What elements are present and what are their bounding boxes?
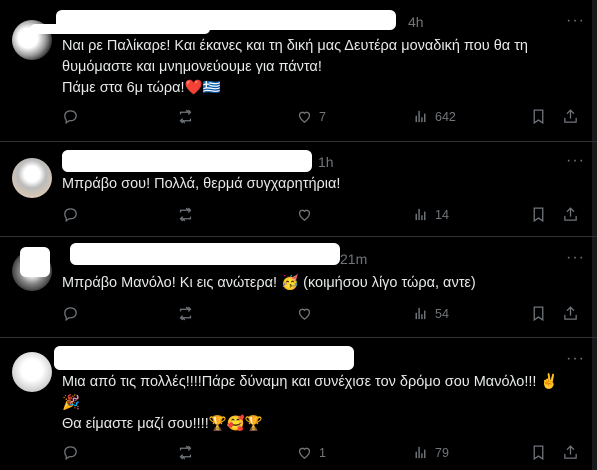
bookmark-icon: [533, 207, 544, 223]
views-count: 642: [435, 109, 456, 124]
reply-icon: [64, 307, 77, 322]
like-button[interactable]: 7: [296, 108, 326, 125]
share-icon: [564, 306, 577, 320]
views-icon: [415, 110, 426, 123]
post-actions: 1 79: [62, 444, 582, 464]
bookmark-icon: [533, 445, 544, 461]
reply-button[interactable]: [62, 305, 79, 322]
views-button[interactable]: 642: [412, 108, 456, 125]
share-button[interactable]: [562, 444, 579, 461]
like-button[interactable]: [296, 305, 319, 322]
reply-icon: [64, 446, 77, 461]
more-options-icon[interactable]: ···: [566, 249, 585, 267]
repost-icon: [179, 306, 192, 321]
reply-post[interactable]: ··· Μια από τις πολλές!!!!Πάρε δύναμη κα…: [0, 338, 597, 470]
share-button[interactable]: [562, 108, 579, 125]
reply-button[interactable]: [62, 108, 79, 125]
repost-icon: [179, 109, 192, 124]
like-count: 7: [319, 109, 326, 124]
reply-icon: [64, 110, 77, 125]
share-button[interactable]: [562, 305, 579, 322]
repost-button[interactable]: [177, 305, 194, 322]
post-text: Μπράβο σου! Πολλά, θερμά συγχαρητήρια!: [62, 176, 341, 192]
like-button[interactable]: 1: [296, 444, 326, 461]
views-count: 79: [435, 445, 449, 460]
post-actions: 14: [62, 206, 582, 226]
views-button[interactable]: 54: [412, 305, 449, 322]
views-icon: [415, 446, 426, 459]
views-count: 14: [435, 207, 449, 222]
bookmark-icon: [533, 306, 544, 322]
reply-button[interactable]: [62, 444, 79, 461]
more-options-icon[interactable]: ···: [566, 12, 585, 30]
reply-button[interactable]: [62, 206, 79, 223]
share-button[interactable]: [562, 206, 579, 223]
avatar[interactable]: [12, 158, 52, 198]
redacted-username: [54, 346, 354, 370]
share-icon: [564, 445, 577, 459]
post-text: Μια από τις πολλές!!!!Πάρε δύναμη και συ…: [62, 374, 559, 432]
post-timestamp[interactable]: 1h: [318, 154, 334, 170]
views-count: 54: [435, 306, 449, 321]
repost-button[interactable]: [177, 206, 194, 223]
post-text: Ναι ρε Παλίκαρε! Και έκανες και τη δική …: [62, 38, 528, 96]
views-button[interactable]: 79: [412, 444, 449, 461]
post-text: Μπράβο Μανόλο! Κι εις ανώτερα! 🥳 (κοιμήσ…: [62, 275, 476, 291]
repost-icon: [179, 445, 192, 460]
share-icon: [564, 109, 577, 123]
redacted-username: [62, 150, 312, 172]
reply-icon: [64, 208, 77, 223]
bookmark-button[interactable]: [530, 206, 547, 223]
views-icon: [415, 307, 426, 320]
like-count: 1: [319, 445, 326, 460]
repost-button[interactable]: [177, 444, 194, 461]
heart-icon: [298, 209, 311, 221]
heart-icon: [298, 111, 311, 123]
reply-post[interactable]: 4h ··· Ναι ρε Παλίκαρε! Και έκανες και τ…: [0, 0, 597, 140]
bookmark-button[interactable]: [530, 305, 547, 322]
more-options-icon[interactable]: ···: [566, 350, 585, 368]
post-timestamp[interactable]: 4h: [408, 14, 424, 30]
heart-icon: [298, 447, 311, 459]
bookmark-icon: [533, 109, 544, 125]
post-timestamp[interactable]: 21m: [340, 251, 367, 267]
reply-post[interactable]: 21m ··· Μπράβο Μανόλο! Κι εις ανώτερα! 🥳…: [0, 237, 597, 337]
views-icon: [415, 208, 426, 221]
bookmark-button[interactable]: [530, 444, 547, 461]
redacted-username: [20, 247, 50, 277]
reply-post[interactable]: 1h ··· Μπράβο σου! Πολλά, θερμά συγχαρητ…: [0, 142, 597, 236]
post-actions: 7 642: [62, 108, 582, 128]
like-button[interactable]: [296, 206, 319, 223]
more-options-icon[interactable]: ···: [566, 152, 585, 170]
redacted-handle: [30, 24, 210, 34]
avatar[interactable]: [12, 352, 52, 392]
share-icon: [564, 207, 577, 221]
heart-icon: [298, 308, 311, 320]
repost-button[interactable]: [177, 108, 194, 125]
views-button[interactable]: 14: [412, 206, 449, 223]
repost-icon: [179, 207, 192, 222]
redacted-username: [70, 243, 340, 265]
post-actions: 54: [62, 305, 582, 325]
bookmark-button[interactable]: [530, 108, 547, 125]
